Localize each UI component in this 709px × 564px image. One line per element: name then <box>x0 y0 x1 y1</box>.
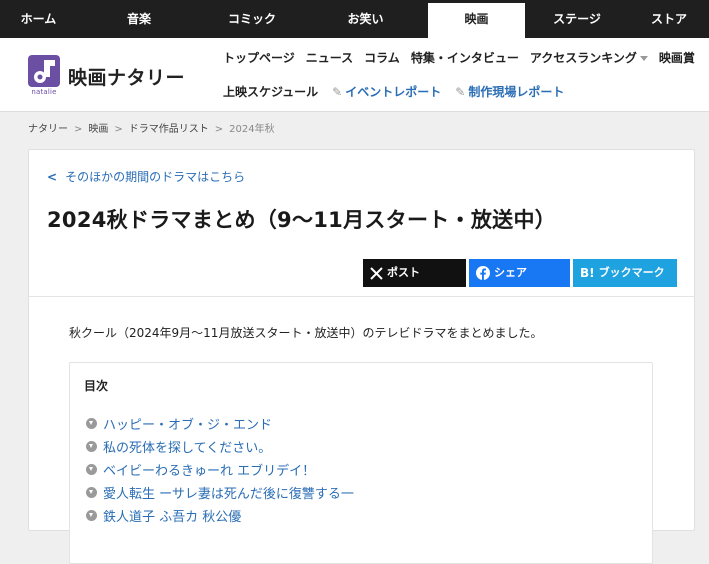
chevron-down-circle-icon <box>86 487 97 498</box>
breadcrumb-item[interactable]: 映画 <box>88 124 108 135</box>
breadcrumb-item[interactable]: ナタリー <box>28 124 68 135</box>
toc-item-label: ベイビーわるきゅーれ エブリデイ！ <box>103 464 316 479</box>
secondary-nav: 上映スケジュール ✎ イベントレポート ✎ 制作現場レポート <box>223 83 578 100</box>
nav-production-report[interactable]: ✎ 制作現場レポート <box>455 83 564 100</box>
nav-event-report-label: イベントレポート <box>345 85 442 99</box>
share-x-button[interactable]: ポスト <box>363 259 466 287</box>
breadcrumb-separator-icon: > <box>214 124 224 135</box>
breadcrumb-separator-icon: > <box>114 124 123 135</box>
share-hatena-button[interactable]: B! ブックマーク <box>573 259 677 287</box>
hatena-bookmark-icon: B! <box>580 266 595 280</box>
chevron-down-circle-icon <box>86 441 97 452</box>
primary-nav: トップページ ニュース コラム 特集・インタビュー アクセスランキング 映画賞 <box>223 49 706 66</box>
other-period-link[interactable]: < そのほかの期間のドラマはこちら <box>47 168 245 185</box>
toc-item[interactable]: 鉄人道子 ふ吾カ 秋公優 <box>86 504 354 527</box>
nav-features[interactable]: 特集・インタビュー <box>411 49 519 66</box>
breadcrumb-separator-icon: > <box>74 124 83 135</box>
article-card: < そのほかの期間のドラマはこちら 2024秋ドラマまとめ（9〜11月スタート・放… <box>28 149 695 564</box>
breadcrumb: ナタリー > 映画 > ドラマ作品リスト >2024年秋 <box>28 120 275 135</box>
toc-list: ハッピー・オブ・ジ・エンド 私の死体を探してください。 ベイビーわるきゅーれ エ… <box>86 412 354 527</box>
nav-awards[interactable]: 映画賞 <box>659 49 695 66</box>
caret-down-icon <box>639 56 648 61</box>
nav-event-report[interactable]: ✎ イベントレポート <box>332 83 441 100</box>
logo-subtext: natalie <box>31 88 57 96</box>
nav-ranking-label: アクセスランキング <box>529 51 637 65</box>
toc-item-label: 私の死体を探してください。 <box>103 441 272 456</box>
site-header: natalie 映画ナタリー トップページ ニュース コラム 特集・インタビュー… <box>0 38 709 112</box>
breadcrumb-current: 2024年秋 <box>229 124 275 135</box>
toc-item[interactable]: 愛人転生 ーサレ妻は死んだ後に復讐する一 <box>86 481 354 504</box>
share-facebook-button[interactable]: シェア <box>469 259 570 287</box>
pen-icon: ✎ <box>455 85 466 99</box>
toc-item-label: 鉄人道子 ふ吾カ 秋公優 <box>103 510 242 525</box>
nav-schedule[interactable]: 上映スケジュール <box>223 83 318 100</box>
divider <box>29 296 694 297</box>
tab-comic[interactable]: コミック <box>201 0 303 38</box>
other-period-link-label: そのほかの期間のドラマはこちら <box>65 170 246 184</box>
nav-news[interactable]: ニュース <box>306 49 353 66</box>
toc-item-label: ハッピー・オブ・ジ・エンド <box>103 418 273 433</box>
nav-column[interactable]: コラム <box>364 49 400 66</box>
page-title: 2024秋ドラマまとめ（9〜11月スタート・放送中） <box>47 208 557 232</box>
nav-top-page[interactable]: トップページ <box>223 49 295 66</box>
toc-item[interactable]: 私の死体を探してください。 <box>86 435 354 458</box>
tab-music[interactable]: 音楽 <box>77 0 201 38</box>
natalie-logo-icon[interactable] <box>28 55 60 87</box>
x-logo-icon <box>370 266 383 280</box>
chevron-down-circle-icon <box>86 464 97 475</box>
intro-text: 秋クール（2024年9月〜11月放送スタート・放送中）のテレビドラマをまとめまし… <box>69 326 543 340</box>
share-facebook-label: シェア <box>494 266 527 279</box>
chevron-left-icon: < <box>47 170 58 184</box>
toc-title: 目次 <box>84 379 109 393</box>
tab-owarai[interactable]: お笑い <box>303 0 428 38</box>
tab-eiga[interactable]: 映画 <box>428 3 525 38</box>
facebook-icon <box>476 266 490 280</box>
nav-ranking[interactable]: アクセスランキング <box>530 49 648 66</box>
table-of-contents: 目次 ハッピー・オブ・ジ・エンド 私の死体を探してください。 ベイビーわるきゅー… <box>69 362 653 564</box>
site-title[interactable]: 映画ナタリー <box>68 63 185 90</box>
tab-store[interactable]: ストア <box>629 0 709 38</box>
nav-production-report-label: 制作現場レポート <box>468 85 565 99</box>
tab-home[interactable]: ホーム <box>0 0 77 38</box>
pen-icon: ✎ <box>332 85 343 99</box>
toc-item[interactable]: ハッピー・オブ・ジ・エンド <box>86 412 354 435</box>
category-nav: ホーム 音楽 コミック お笑い 映画 ステージ ストア <box>0 0 709 38</box>
share-x-label: ポスト <box>387 266 420 279</box>
toc-item[interactable]: ベイビーわるきゅーれ エブリデイ！ <box>86 458 354 481</box>
tab-stage[interactable]: ステージ <box>525 0 629 38</box>
share-hatena-label: ブックマーク <box>598 266 665 279</box>
breadcrumb-item[interactable]: ドラマ作品リスト <box>129 124 209 135</box>
toc-item-label: 愛人転生 ーサレ妻は死んだ後に復讐する一 <box>103 487 354 502</box>
share-buttons: ポスト シェア B! ブックマーク <box>363 259 677 287</box>
chevron-down-circle-icon <box>86 418 97 429</box>
